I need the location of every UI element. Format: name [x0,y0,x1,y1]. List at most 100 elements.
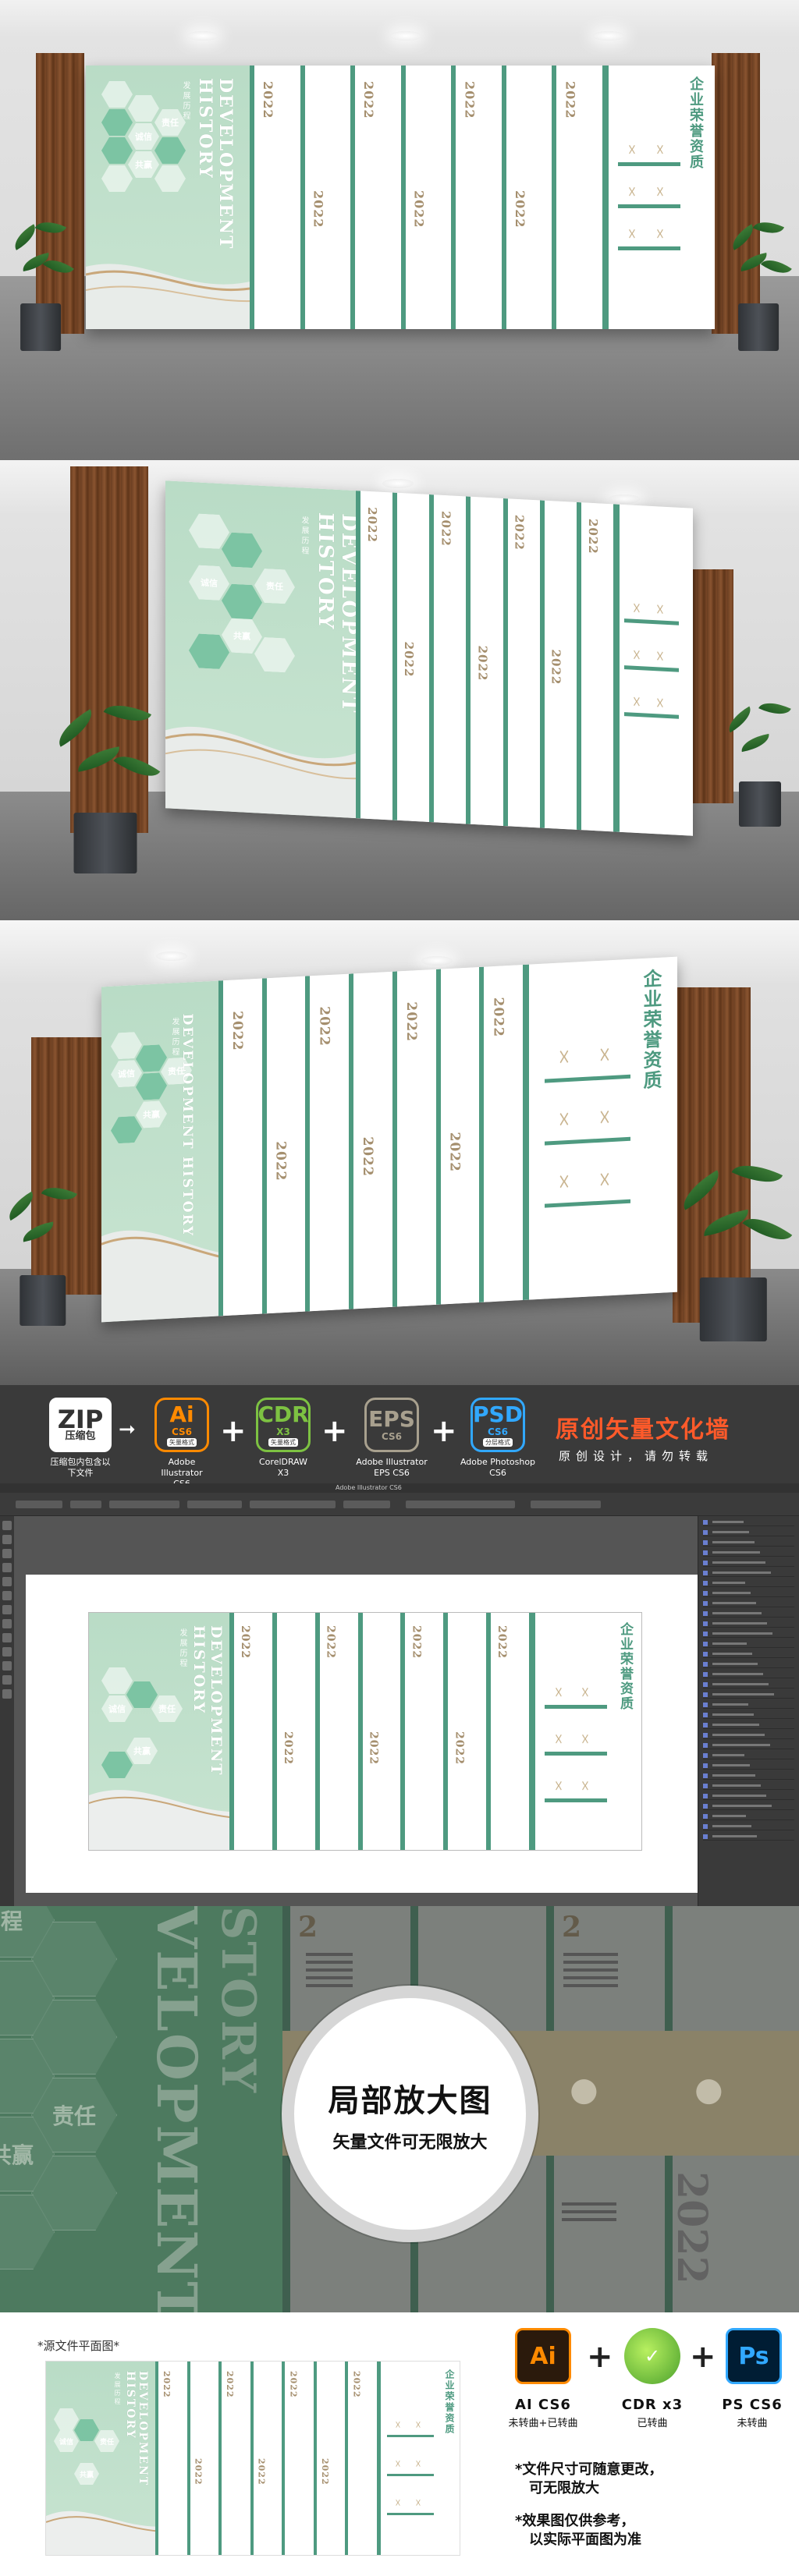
person-icon: ● [524,163,534,175]
option-control[interactable] [16,1501,62,1508]
layer-row[interactable] [703,1792,794,1800]
layer-row[interactable] [703,1711,794,1719]
timeline-column: 2022 ● [229,1613,272,1850]
option-control[interactable] [343,1501,390,1508]
person-icon: ● [592,609,602,623]
option-control[interactable] [531,1501,601,1508]
zoom-tool-icon[interactable] [2,1689,12,1699]
year-label: 2 [298,1911,318,1944]
layer-row[interactable] [703,1762,794,1770]
layer-row[interactable] [703,1671,794,1678]
rotate-tool-icon[interactable] [2,1633,12,1642]
year-label: 2022 [351,2371,362,2398]
type-tool-icon[interactable] [2,1563,12,1572]
layer-row[interactable] [703,1752,794,1759]
scale-tool-icon[interactable] [2,1647,12,1657]
layer-row[interactable] [703,1640,794,1648]
layer-row[interactable] [703,1549,794,1557]
layer-row[interactable] [703,1772,794,1780]
format-psd: PSD CS6 分层格式 Adobe Photoshop CS6 [459,1398,537,1479]
year-label: 2022 [272,1140,289,1182]
shelf [545,1705,607,1709]
trophy-icon: ☓ [655,140,665,159]
selection-tool-icon[interactable] [2,1521,12,1530]
layer-row[interactable] [703,1579,794,1587]
layer-row[interactable] [703,1518,794,1526]
layer-row[interactable] [703,1650,794,1658]
ceiling-light [609,494,640,504]
person-icon: ● [499,1090,509,1103]
format-zip: ZIP 压缩包 压缩包内包含以下文件 [47,1398,114,1479]
hex-tile: 诚信 [128,123,159,150]
option-control[interactable] [70,1501,101,1508]
pen-tool-icon[interactable] [2,1549,12,1558]
banner-subtitle: 原创设计，请勿转载 [559,1449,714,1463]
layer-row[interactable] [703,1529,794,1536]
hex-tile: 责任 [254,568,295,604]
trophy-icon: ☓ [598,1167,611,1193]
layer-row[interactable] [703,1630,794,1638]
layer-row[interactable] [703,1681,794,1688]
magnifier-title: 局部放大图 [328,2082,492,2119]
layer-row[interactable] [703,1691,794,1699]
layer-row[interactable] [703,1539,794,1547]
layer-row[interactable] [703,1620,794,1628]
layer-row[interactable] [703,1802,794,1810]
option-control[interactable] [250,1501,336,1508]
shelf [618,204,680,208]
year-label: 2022 [229,1010,245,1052]
zoom-wall-title: VELOPMENT [144,1906,209,2312]
option-control[interactable] [187,1501,242,1508]
hex-tile [222,583,262,620]
pencil-tool-icon[interactable] [2,1619,12,1628]
culture-wall: 诚信 责任 共赢 DEVELOPMENT HISTORY 发展历程 2022 ● … [101,956,677,1323]
layer-row[interactable] [703,1600,794,1607]
menu-bar[interactable]: Adobe Illustrator CS6 [0,1483,799,1493]
plus-icon: + [321,1413,348,1449]
timeline-column: 2022 ● [261,976,306,1314]
layer-row[interactable] [703,1721,794,1729]
timeline-column: 2022 ● [314,1613,358,1850]
person-icon: ● [237,1103,247,1117]
brush-tool-icon[interactable] [2,1605,12,1614]
layer-row[interactable] [703,1610,794,1618]
layer-row[interactable] [703,1731,794,1739]
trophy-icon: ☓ [655,600,665,619]
artboard[interactable]: 诚信 责任 共赢 DEVELOPMENT HISTORY 发展历程 2022 ● … [26,1575,700,1893]
hex-tile: 诚信 [111,1060,142,1088]
layer-row[interactable] [703,1742,794,1749]
person-icon: ● [694,2070,723,2108]
person-icon: ● [556,608,566,622]
layer-row[interactable] [703,1812,794,1820]
timeline-columns: 2022 ● 2022 ● 2022 ● 2022 ● 2022 ● 2022 ● 2022… [356,491,613,832]
timeline-column: 2022 ● [429,494,467,824]
hex-tile [54,2408,79,2430]
layer-row[interactable] [703,1559,794,1567]
layer-row[interactable] [703,1701,794,1709]
timeline-column: 2022 ● [400,1613,444,1850]
trophy-icon: ☓ [558,1106,570,1133]
layer-row[interactable] [703,1569,794,1577]
layer-row[interactable] [703,1589,794,1597]
direct-selection-tool-icon[interactable] [2,1535,12,1544]
line-tool-icon[interactable] [2,1577,12,1586]
tools-panel [0,1516,14,1906]
canvas-area[interactable]: 诚信 责任 共赢 DEVELOPMENT HISTORY 发展历程 2022 ● … [14,1516,700,1906]
trophy-icon: ☓ [655,647,665,666]
layer-row[interactable] [703,1833,794,1841]
eyedropper-tool-icon[interactable] [2,1661,12,1671]
timeline-column: 2022 ● [356,491,393,820]
rectangle-tool-icon[interactable] [2,1591,12,1600]
layer-row[interactable] [703,1823,794,1830]
layer-row[interactable] [703,1782,794,1790]
year-label: 2022 [311,190,326,229]
year-label: 2022 [365,506,379,544]
software-caption: AI CS6 未转曲+已转曲 [508,2397,578,2429]
option-control[interactable] [109,1501,179,1508]
potted-plant [3,211,78,351]
shelf [624,712,679,719]
hand-tool-icon[interactable] [2,1675,12,1685]
wall-subtitle: 发展历程 [114,2372,121,2407]
layer-row[interactable] [703,1660,794,1668]
option-control[interactable] [406,1501,515,1508]
